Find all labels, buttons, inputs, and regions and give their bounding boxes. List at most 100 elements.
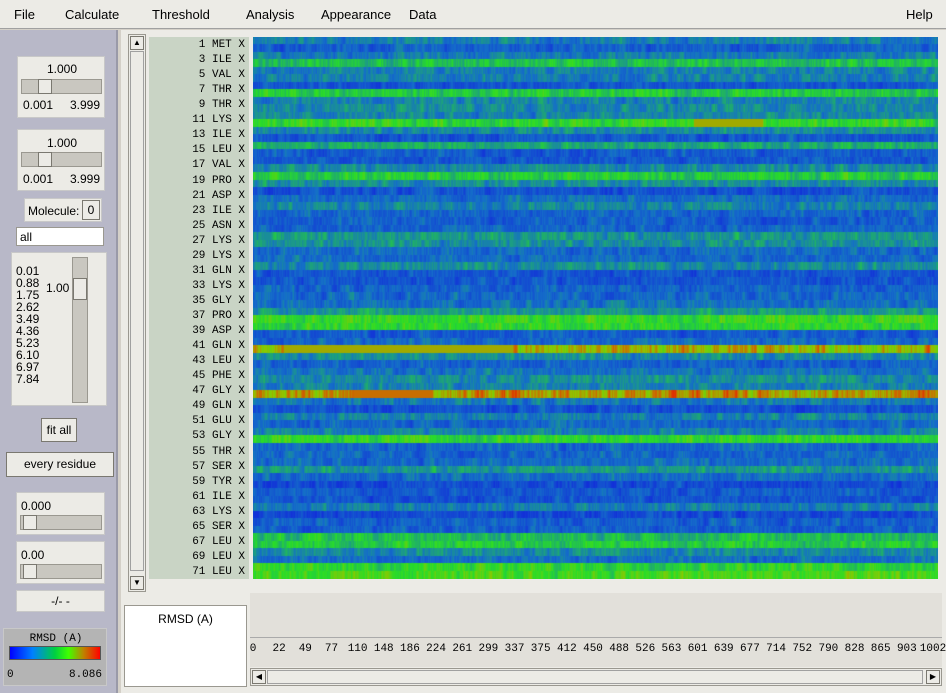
x-axis-tick: 752 [792, 643, 813, 655]
slider2-value: 1.000 [46, 136, 78, 150]
residue-label: 31 GLN X [192, 264, 245, 277]
residue-label-column: 1 MET X 3 ILE X 5 VAL X 7 THR X 9 THR X 11 LY… [149, 37, 249, 579]
slider3-track[interactable] [20, 515, 102, 530]
slider2-min: 0.001 [23, 172, 54, 186]
slider1-thumb[interactable] [38, 79, 52, 94]
slider2-thumb[interactable] [38, 152, 52, 167]
menu-help[interactable]: Help [906, 7, 933, 22]
residue-label: 71 LEU X [192, 565, 245, 578]
residue-label: 39 ASP X [192, 325, 245, 338]
molecule-spinner[interactable]: 0 [82, 200, 100, 220]
x-axis-tick: 639 [713, 643, 734, 655]
scale-slider[interactable] [72, 257, 88, 403]
x-axis-tick: 450 [583, 643, 603, 655]
x-axis-tick: 790 [818, 643, 839, 655]
menu-appearance[interactable]: Appearance [321, 7, 391, 22]
slider3-box: 0.000 [16, 492, 105, 535]
menu-file[interactable]: File [14, 7, 35, 22]
x-axis-tick: 714 [766, 643, 786, 655]
residue-label: 41 GLN X [192, 340, 245, 353]
menu-calculate[interactable]: Calculate [65, 7, 119, 22]
x-axis-tick: 77 [324, 643, 339, 655]
residue-label: 33 LYS X [192, 279, 245, 292]
x-axis-tick: 337 [504, 643, 525, 655]
residue-label: 47 GLY X [192, 385, 245, 398]
fit-all-button[interactable]: fit all [41, 418, 77, 442]
slider4-value: 0.00 [21, 548, 45, 562]
x-axis-tick: 299 [478, 643, 499, 655]
residue-label: 15 LEU X [192, 144, 245, 157]
x-axis: 0 22 49 77 110 148 186 224 261 299 337 375 412 450 488… [250, 637, 946, 667]
menu-data[interactable]: Data [409, 7, 436, 22]
residue-label: 43 LEU X [192, 355, 245, 368]
slider4-thumb[interactable] [23, 564, 37, 579]
scroll-left-icon[interactable]: ◀ [252, 670, 266, 684]
menu-threshold[interactable]: Threshold [152, 7, 210, 22]
hscroll-thumb[interactable] [267, 670, 923, 684]
residue-label: 63 LYS X [192, 505, 245, 518]
residue-label: 5 VAL X [198, 69, 245, 82]
x-axis-tick: 148 [373, 643, 394, 655]
molecule-label: Molecule: [28, 204, 80, 218]
residue-label: 69 LEU X [192, 550, 245, 563]
menu-bar: File Calculate Threshold Analysis Appear… [0, 0, 946, 29]
residue-label: 1 MET X [198, 39, 245, 51]
residue-label: 37 PRO X [192, 310, 245, 322]
x-axis-tick: 903 [896, 643, 917, 655]
residue-label: 57 SER X [192, 460, 245, 473]
x-axis-tick: 49 [298, 643, 312, 655]
scale-slider-thumb[interactable] [73, 278, 87, 300]
slider4-box: 0.00 [16, 541, 105, 584]
scroll-down-icon[interactable]: ▼ [130, 576, 144, 590]
slider4-track[interactable] [20, 564, 102, 579]
plot-area [250, 593, 942, 637]
x-axis-tick: 865 [870, 643, 891, 655]
residue-label: 23 ILE X [192, 204, 245, 217]
x-axis-tick: 110 [347, 643, 368, 655]
residue-label: 17 VAL X [192, 159, 245, 172]
horizontal-scrollbar[interactable]: ◀ ▶ [250, 668, 942, 686]
every-residue-button[interactable]: every residue [6, 452, 114, 477]
residue-label: 45 PHE X [192, 370, 245, 383]
residue-label: 53 GLY X [192, 430, 245, 443]
molecule-box: Molecule: 0 [24, 198, 102, 222]
selection-input[interactable]: all [16, 227, 104, 246]
x-axis-tick: 375 [530, 643, 551, 655]
scroll-up-icon[interactable]: ▲ [130, 36, 144, 50]
x-axis-tick: 601 [687, 643, 708, 655]
vertical-scrollbar[interactable]: ▲ ▼ [128, 34, 146, 592]
menu-analysis[interactable]: Analysis [246, 7, 294, 22]
x-axis-tick: 412 [556, 643, 577, 655]
slider1-max: 3.999 [69, 98, 100, 112]
residue-label: 3 ILE X [198, 54, 245, 67]
residue-label: 11 LYS X [192, 114, 245, 127]
slider2-box: 1.000 0.001 3.999 [17, 129, 105, 191]
scroll-thumb[interactable] [130, 51, 144, 571]
slider3-value: 0.000 [21, 499, 52, 513]
residue-label: 9 THR X [198, 99, 245, 112]
x-axis-tick: 22 [272, 643, 286, 655]
slider1-box: 1.000 0.001 3.999 [17, 56, 105, 118]
residue-label: 67 LEU X [192, 535, 245, 548]
slider3-thumb[interactable] [23, 515, 37, 530]
plot-label: RMSD (A) [158, 612, 213, 626]
residue-label: 27 LYS X [192, 234, 245, 247]
slider2-track[interactable] [21, 152, 102, 167]
control-panel: 1.000 0.001 3.999 1.000 0.001 3.999 Mole… [0, 30, 118, 693]
scale-value: 7.84 [16, 372, 40, 386]
rmsd-heatmap[interactable] [253, 37, 938, 579]
plot-label-box: RMSD (A) [124, 605, 247, 687]
frame-readout: -/- - [16, 590, 105, 612]
scroll-right-icon[interactable]: ▶ [926, 670, 940, 684]
residue-label: 65 SER X [192, 520, 245, 533]
x-axis-tick: 186 [400, 643, 420, 655]
x-axis-tick: 224 [426, 643, 446, 655]
slider1-track[interactable] [21, 79, 102, 94]
residue-label: 21 ASP X [192, 189, 245, 202]
x-axis-tick: 828 [844, 643, 865, 655]
residue-label: 49 GLN X [192, 400, 245, 413]
slider1-min: 0.001 [23, 98, 54, 112]
residue-label: 51 GLU X [192, 415, 245, 428]
colorbar-min: 0 [7, 669, 14, 681]
x-axis-tick: 526 [635, 643, 656, 655]
